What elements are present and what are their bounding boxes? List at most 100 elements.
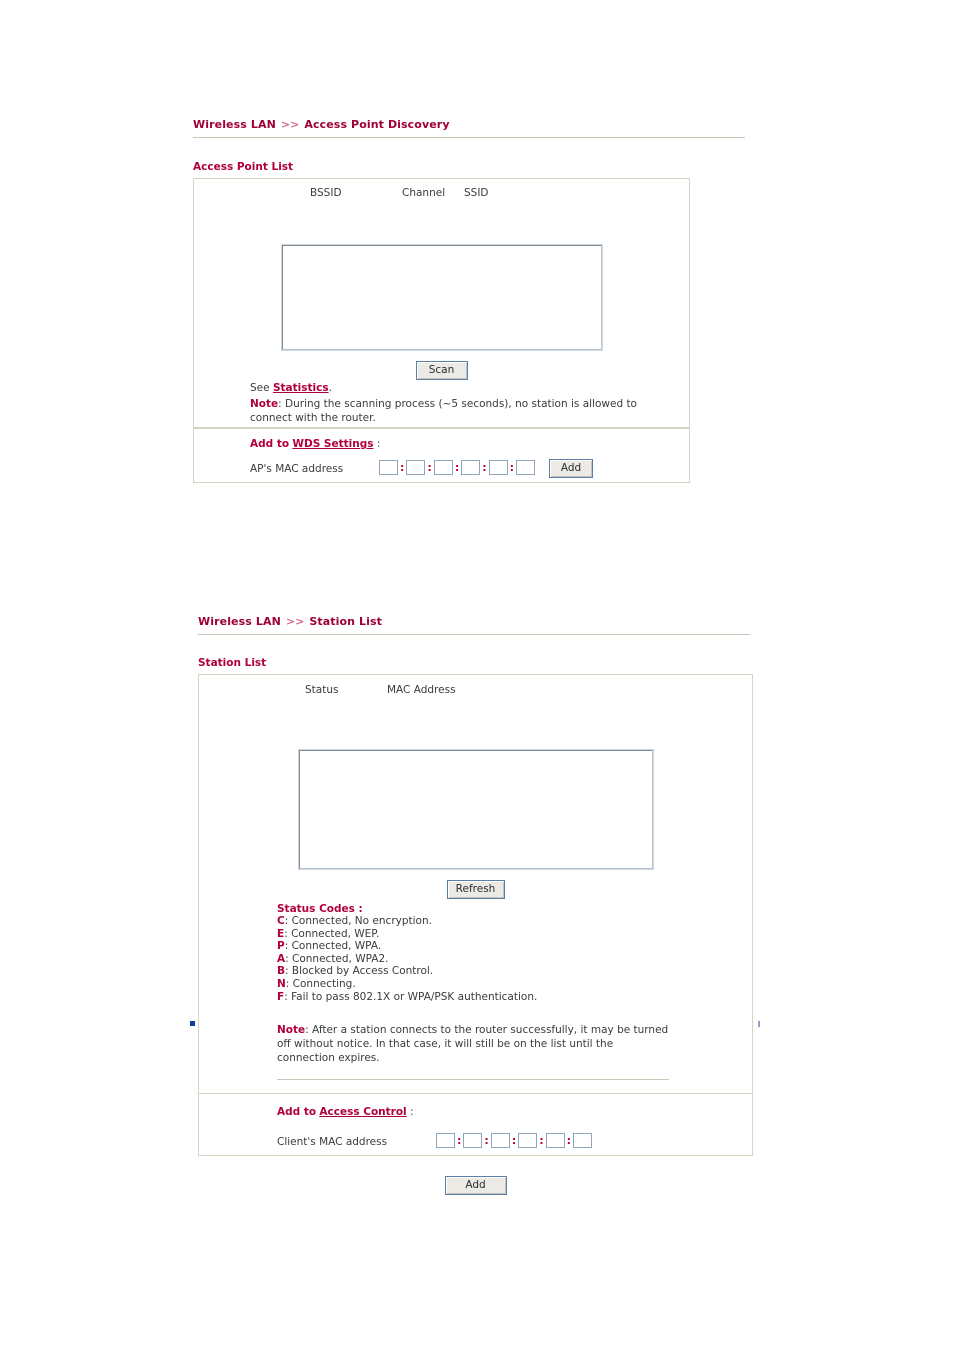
column-header-mac-address: MAC Address bbox=[387, 684, 456, 696]
column-header-ssid: SSID bbox=[464, 187, 489, 199]
station-list-panel: Status MAC Address Refresh Status Codes … bbox=[198, 674, 753, 1094]
add-wds-button[interactable]: Add bbox=[549, 459, 593, 478]
breadcrumb-rule bbox=[198, 634, 750, 635]
mac-separator: : bbox=[427, 461, 432, 474]
breadcrumb-rule bbox=[193, 137, 745, 138]
breadcrumb-root: Wireless LAN bbox=[198, 615, 281, 628]
status-code-desc: : Connected, WPA2. bbox=[285, 952, 389, 965]
mac-separator: : bbox=[400, 461, 405, 474]
add-to-access-control-panel: Add to Access Control : Client's MAC add… bbox=[198, 1094, 753, 1156]
column-header-channel: Channel bbox=[402, 187, 446, 199]
access-control-link[interactable]: Access Control bbox=[319, 1106, 406, 1118]
status-code-key: B bbox=[277, 965, 286, 978]
breadcrumb-leaf: Station List bbox=[309, 615, 383, 628]
mac-separator: : bbox=[566, 1134, 572, 1147]
column-header-bssid: BSSID bbox=[310, 187, 342, 199]
ap-mac-octet-1[interactable] bbox=[379, 460, 398, 475]
ap-mac-octet-6[interactable] bbox=[516, 460, 536, 475]
breadcrumb-station-list: Wireless LAN >> Station List bbox=[198, 615, 758, 628]
status-code-desc: : Blocked by Access Control. bbox=[285, 965, 434, 978]
status-code-desc: : Connected, WPA. bbox=[284, 940, 382, 953]
see-statistics-line: See Statistics. bbox=[250, 381, 332, 395]
mac-separator: : bbox=[484, 1134, 489, 1147]
status-code-desc: : Connecting. bbox=[285, 977, 356, 990]
note-text: : During the scanning process (~5 second… bbox=[250, 398, 637, 424]
status-code-desc: : Fail to pass 802.1X or WPA/PSK authent… bbox=[284, 990, 538, 1003]
status-code-item: E: Connected, WEP. bbox=[277, 928, 537, 941]
status-code-desc: : Connected, WEP. bbox=[284, 927, 380, 940]
status-code-key: N bbox=[277, 977, 286, 990]
add-to-wds-settings-row: Add to WDS Settings : bbox=[250, 438, 380, 450]
ap-mac-address-input-group[interactable]: : : : : : bbox=[379, 460, 536, 475]
mac-separator: : bbox=[457, 1134, 462, 1147]
client-mac-octet-4[interactable] bbox=[518, 1133, 538, 1148]
ap-mac-octet-5[interactable] bbox=[488, 460, 508, 475]
status-code-key: C bbox=[277, 915, 285, 927]
panel-divider bbox=[194, 427, 689, 428]
client-mac-address-label: Client's MAC address bbox=[277, 1136, 388, 1148]
status-code-item: N: Connecting. bbox=[277, 978, 537, 991]
see-prefix: See bbox=[250, 382, 270, 394]
status-code-item: A: Connected, WPA2. bbox=[277, 953, 537, 966]
mac-separator: : bbox=[454, 461, 460, 474]
client-mac-octet-3[interactable] bbox=[490, 1133, 510, 1148]
mac-separator: : bbox=[482, 461, 487, 474]
add-to-wds-panel: Add to WDS Settings : AP's MAC address :… bbox=[193, 429, 690, 483]
status-code-item: P: Connected, WPA. bbox=[277, 940, 537, 953]
breadcrumb-root: Wireless LAN bbox=[193, 118, 276, 131]
station-table-header: Status MAC Address bbox=[199, 684, 752, 700]
access-point-list-heading: Access Point List bbox=[193, 161, 294, 173]
mac-separator: : bbox=[511, 1134, 517, 1147]
status-code-key: P bbox=[277, 940, 285, 953]
add-to-label: Add to bbox=[277, 1106, 317, 1118]
breadcrumb-leaf: Access Point Discovery bbox=[304, 118, 450, 131]
access-point-discovery-section: Wireless LAN >> Access Point Discovery A… bbox=[193, 118, 745, 483]
column-header-status: Status bbox=[305, 684, 339, 696]
status-code-desc: : Connected, No encryption. bbox=[284, 915, 432, 927]
status-code-item: B: Blocked by Access Control. bbox=[277, 965, 537, 978]
ap-mac-octet-2[interactable] bbox=[406, 460, 426, 475]
add-to-colon: : bbox=[376, 438, 381, 450]
ap-mac-address-label: AP's MAC address bbox=[250, 463, 344, 475]
access-point-results-list[interactable] bbox=[281, 244, 603, 351]
add-to-label: Add to bbox=[250, 438, 290, 450]
refresh-button[interactable]: Refresh bbox=[446, 880, 505, 899]
client-mac-octet-2[interactable] bbox=[463, 1133, 483, 1148]
access-point-list-panel: BSSID Channel SSID Scan See Statistics. … bbox=[193, 178, 690, 429]
access-point-table-header: BSSID Channel SSID bbox=[194, 187, 689, 203]
mac-separator: : bbox=[509, 461, 515, 474]
note-label: Note bbox=[250, 398, 279, 410]
add-access-control-button[interactable]: Add bbox=[444, 1176, 507, 1195]
client-mac-octet-6[interactable] bbox=[573, 1133, 593, 1148]
status-code-item: F: Fail to pass 802.1X or WPA/PSK authen… bbox=[277, 991, 537, 1004]
add-to-access-control-row: Add to Access Control : bbox=[277, 1106, 414, 1118]
station-results-list[interactable] bbox=[298, 749, 654, 870]
status-code-key: A bbox=[277, 952, 286, 965]
scan-artifact-right bbox=[758, 1021, 760, 1027]
wds-settings-link[interactable]: WDS Settings bbox=[292, 438, 373, 450]
breadcrumb-separator: >> bbox=[285, 615, 305, 628]
see-suffix: . bbox=[328, 382, 332, 394]
client-mac-address-input-group[interactable]: : : : : : bbox=[436, 1133, 593, 1148]
status-codes-legend: Status Codes : C: Connected, No encrypti… bbox=[277, 903, 537, 1003]
scan-note: Note: During the scanning process (~5 se… bbox=[250, 397, 650, 425]
scan-button[interactable]: Scan bbox=[415, 361, 468, 380]
ap-mac-octet-3[interactable] bbox=[433, 460, 453, 475]
client-mac-octet-5[interactable] bbox=[545, 1133, 565, 1148]
status-codes-title: Status Codes : bbox=[277, 903, 363, 915]
ap-mac-octet-4[interactable] bbox=[461, 460, 481, 475]
status-code-item: C: Connected, No encryption. bbox=[277, 915, 537, 928]
panel-divider bbox=[277, 1079, 669, 1080]
statistics-link[interactable]: Statistics bbox=[273, 382, 329, 394]
station-note: Note: After a station connects to the ro… bbox=[277, 1023, 669, 1065]
scan-artifact-left bbox=[190, 1021, 195, 1026]
breadcrumb-access-point-discovery: Wireless LAN >> Access Point Discovery bbox=[193, 118, 693, 131]
station-list-heading: Station List bbox=[198, 657, 267, 669]
add-to-colon: : bbox=[410, 1106, 414, 1118]
note-text: : After a station connects to the router… bbox=[277, 1024, 669, 1064]
station-list-section: Wireless LAN >> Station List Station Lis… bbox=[198, 615, 758, 1195]
client-mac-octet-1[interactable] bbox=[436, 1133, 455, 1148]
note-label: Note bbox=[277, 1024, 306, 1036]
breadcrumb-separator: >> bbox=[280, 118, 300, 131]
mac-separator: : bbox=[539, 1134, 544, 1147]
